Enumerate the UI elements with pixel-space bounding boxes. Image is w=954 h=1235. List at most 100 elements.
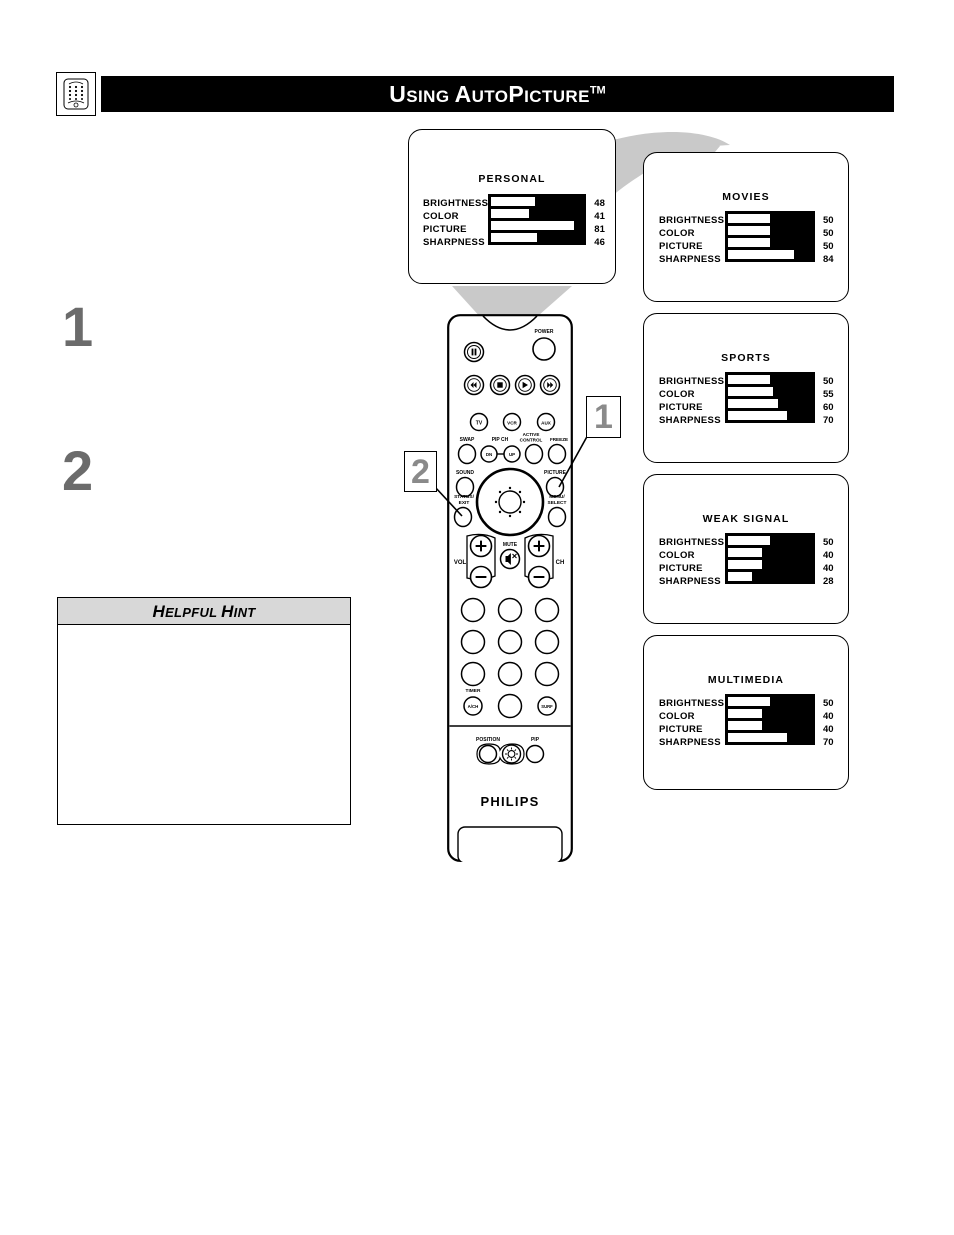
title-icture: ICTURE (524, 86, 590, 106)
title-uto: UTO (471, 86, 509, 106)
osd-label-sharpness: SHARPNESS (659, 415, 721, 426)
osd-value-picture: 40 (823, 563, 834, 574)
osd-bar-brightness (728, 536, 812, 545)
osd-title-multimedia: MULTIMEDIA (707, 674, 785, 686)
osd-rows-sports: BRIGHTNESS COLOR PICTURE SHARPNESS 50 55… (644, 372, 848, 427)
remote-control-illustration: POWER TV VCR AUX SWAP PIP CH ACTIVE CONT… (447, 314, 573, 862)
helpful-hint-header: HELPFUL HINT (58, 598, 350, 625)
osd-labels: BRIGHTNESS COLOR PICTURE SHARPNESS (659, 214, 725, 266)
osd-value-sharpness: 28 (823, 576, 834, 587)
status-label-2: EXIT (459, 500, 470, 506)
picture-label: PICTURE (544, 470, 567, 476)
a-ch-label: A/CH (468, 704, 479, 709)
osd-bar-picture (728, 238, 812, 247)
pip-ch-label: PIP CH (492, 437, 509, 443)
osd-bar-picture (728, 721, 812, 730)
osd-label-color: COLOR (659, 228, 695, 239)
osd-label-picture: PICTURE (659, 563, 703, 574)
key-5[interactable] (497, 629, 523, 655)
osd-value-picture: 60 (823, 402, 834, 413)
vol-label: VOL (454, 560, 467, 566)
key-4[interactable] (460, 629, 486, 655)
remote-control-icon (56, 72, 96, 116)
osd-title-personal: PERSONAL (478, 173, 546, 185)
osd-label-sharpness: SHARPNESS (423, 237, 485, 248)
freeze-button[interactable] (547, 443, 567, 465)
ch-label: CH (556, 560, 565, 566)
osd-label-color: COLOR (659, 389, 695, 400)
osd-value-sharpness: 84 (823, 254, 834, 265)
osd-bars (725, 211, 815, 262)
osd-label-sharpness: SHARPNESS (659, 576, 721, 587)
key-3[interactable] (534, 597, 560, 623)
picture-button[interactable] (545, 476, 565, 498)
osd-value-brightness: 50 (823, 376, 834, 387)
osd-label-color: COLOR (423, 211, 459, 222)
osd-labels: BRIGHTNESS COLOR PICTURE SHARPNESS (659, 697, 725, 749)
status-label-1: STATUS/ (454, 494, 474, 500)
position-label: POSITION (476, 737, 500, 743)
osd-labels: BRIGHTNESS COLOR PICTURE SHARPNESS (659, 375, 725, 427)
aux-label: AUX (541, 421, 552, 426)
menu-select-button[interactable] (547, 506, 567, 528)
title-trademark: TM (589, 83, 606, 96)
osd-values: 50 55 60 70 (823, 375, 845, 427)
osd-value-sharpness: 46 (594, 237, 605, 248)
surf-label: SURF (541, 704, 553, 709)
osd-bar-color (728, 709, 812, 718)
osd-bar-sharpness (728, 572, 812, 581)
active-control-button[interactable] (524, 443, 544, 465)
osd-panel-movies: MOVIES BRIGHTNESS COLOR PICTURE SHARPNES… (643, 152, 849, 302)
position-button[interactable] (478, 744, 498, 764)
pip-label: PIP (531, 737, 540, 743)
osd-bar-color (728, 548, 812, 557)
helpful-hint-body (58, 625, 350, 645)
key-9[interactable] (534, 661, 560, 687)
osd-label-picture: PICTURE (659, 724, 703, 735)
power-button[interactable] (532, 337, 556, 361)
osd-labels: BRIGHTNESS COLOR PICTURE SHARPNESS (423, 197, 488, 249)
osd-rows-weak-signal: BRIGHTNESS COLOR PICTURE SHARPNESS 50 40… (644, 533, 848, 588)
osd-bar-brightness (491, 197, 584, 206)
manual-page: USING AUTOPICTURETM 1 2 HELPFUL HINT PER… (0, 0, 954, 1235)
osd-rows-personal: BRIGHTNESS COLOR PICTURE SHARPNESS 48 41… (409, 194, 615, 249)
swap-button[interactable] (457, 443, 477, 465)
step-number-2: 2 (62, 439, 94, 502)
pip-button[interactable] (525, 744, 545, 764)
osd-bar-sharpness (491, 233, 584, 242)
select-center-button[interactable] (498, 490, 522, 514)
osd-bars (725, 372, 815, 423)
osd-bar-sharpness (728, 733, 812, 742)
key-8[interactable] (497, 661, 523, 687)
key-0[interactable] (497, 693, 523, 719)
osd-label-picture: PICTURE (659, 402, 703, 413)
hint-int: INT (233, 604, 256, 620)
osd-panel-weak-signal: WEAK SIGNAL BRIGHTNESS COLOR PICTURE SHA… (643, 474, 849, 624)
osd-value-color: 41 (594, 211, 605, 222)
osd-bar-picture (491, 221, 584, 230)
osd-bar-brightness (728, 697, 812, 706)
osd-panel-sports: SPORTS BRIGHTNESS COLOR PICTURE SHARPNES… (643, 313, 849, 463)
key-2[interactable] (497, 597, 523, 623)
active-control-label-1: ACTIVE (523, 432, 540, 437)
helpful-hint-title: HELPFUL HINT (152, 603, 255, 620)
osd-bar-brightness (728, 375, 812, 384)
callout-2-number: 2 (411, 452, 430, 491)
active-control-label-2: CONTROL (520, 438, 543, 443)
osd-label-color: COLOR (659, 550, 695, 561)
freeze-label: FREEZE (550, 437, 568, 442)
key-7[interactable] (460, 661, 486, 687)
sound-button[interactable] (455, 476, 475, 498)
osd-label-color: COLOR (659, 711, 695, 722)
osd-value-brightness: 50 (823, 537, 834, 548)
helpful-hint-box: HELPFUL HINT (57, 597, 351, 825)
osd-rows-multimedia: BRIGHTNESS COLOR PICTURE SHARPNESS 50 40… (644, 694, 848, 749)
bottom-panel (457, 826, 563, 862)
mute-label: MUTE (503, 542, 518, 548)
title-sing: SING (406, 86, 455, 106)
pip-dn-label: DN (486, 452, 492, 457)
osd-value-picture: 50 (823, 241, 834, 252)
status-exit-button[interactable] (453, 506, 473, 528)
key-6[interactable] (534, 629, 560, 655)
key-1[interactable] (460, 597, 486, 623)
